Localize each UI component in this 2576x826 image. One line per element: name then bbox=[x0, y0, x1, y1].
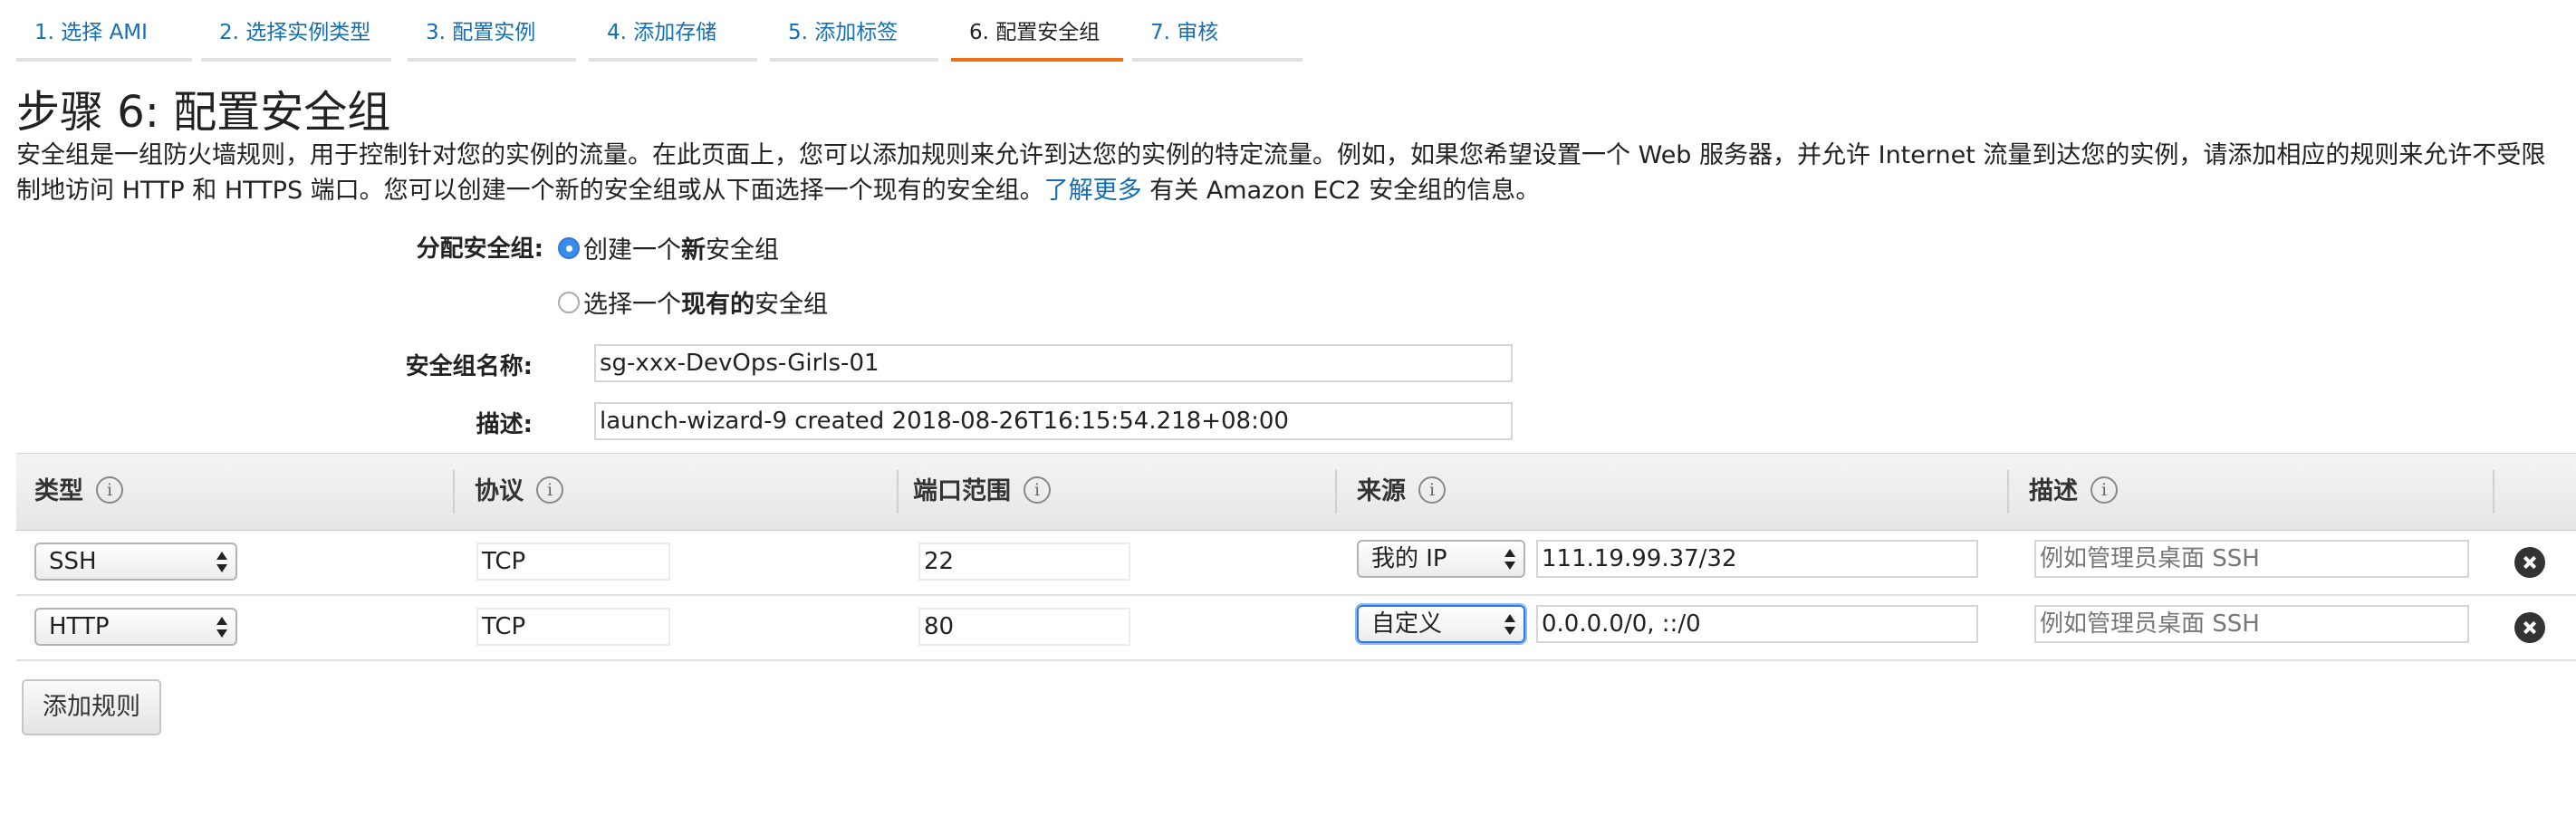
rule-type-select[interactable]: SSH bbox=[34, 543, 237, 581]
header-source-label: 来源 bbox=[1357, 477, 1406, 505]
step-choose-instance-type[interactable]: 2. 选择实例类型 bbox=[201, 0, 391, 62]
rule-type-select[interactable]: HTTP bbox=[34, 608, 237, 646]
info-icon[interactable]: i bbox=[96, 475, 123, 504]
source-type-value: 自定义 bbox=[1371, 610, 1443, 638]
header-port-range: 端口范围 i bbox=[913, 454, 1051, 530]
table-row: HTTP TCP 80 自定义 bbox=[16, 594, 2576, 661]
column-divider bbox=[1335, 470, 1337, 514]
select-arrows-icon bbox=[1504, 547, 1516, 572]
header-description: 描述 i bbox=[2029, 454, 2118, 530]
page-title: 步骤 6: 配置安全组 bbox=[16, 87, 391, 138]
rule-type-value: HTTP bbox=[49, 613, 110, 640]
radio-select-existing-sg[interactable] bbox=[558, 291, 580, 313]
option-select-existing-sg[interactable]: 选择一个 现有的 安全组 bbox=[558, 284, 828, 320]
step-add-storage[interactable]: 4. 添加存储 bbox=[589, 0, 757, 62]
option-existing-suffix: 安全组 bbox=[755, 291, 828, 319]
security-group-name-input[interactable] bbox=[594, 344, 1513, 382]
radio-create-new-sg[interactable] bbox=[558, 236, 580, 259]
step-configure-instance[interactable]: 3. 配置实例 bbox=[408, 0, 576, 62]
protocol-value: TCP bbox=[476, 543, 670, 581]
intro-suffix: 有关 Amazon EC2 安全组的信息。 bbox=[1141, 177, 1541, 205]
source-type-value: 我的 IP bbox=[1371, 545, 1447, 572]
security-group-name-label: 安全组名称: bbox=[405, 353, 533, 380]
column-divider bbox=[897, 470, 899, 514]
info-icon[interactable]: i bbox=[1024, 475, 1051, 504]
security-group-description-input[interactable] bbox=[594, 402, 1513, 440]
option-create-new-suffix: 安全组 bbox=[706, 236, 779, 264]
header-port-range-label: 端口范围 bbox=[913, 477, 1011, 505]
remove-rule-icon[interactable] bbox=[2514, 612, 2545, 643]
port-range-value: 22 bbox=[918, 543, 1130, 581]
source-cidr-input[interactable] bbox=[1536, 605, 1978, 643]
header-protocol: 协议 i bbox=[475, 454, 563, 530]
column-divider bbox=[2007, 470, 2009, 514]
header-type-label: 类型 bbox=[34, 477, 83, 505]
info-icon[interactable]: i bbox=[536, 475, 563, 504]
add-rule-button[interactable]: 添加规则 bbox=[22, 679, 161, 735]
step-configure-security-group[interactable]: 6. 配置安全组 bbox=[951, 0, 1123, 62]
assign-security-group-label: 分配安全组: bbox=[416, 235, 543, 263]
table-row: SSH TCP 22 我的 IP bbox=[16, 529, 2576, 596]
learn-more-link[interactable]: 了解更多 bbox=[1044, 177, 1142, 205]
option-create-new-prefix: 创建一个 bbox=[583, 236, 681, 264]
option-create-new-sg[interactable]: 创建一个新安全组 bbox=[558, 230, 779, 265]
source-type-select[interactable]: 我的 IP bbox=[1357, 540, 1525, 578]
step-review[interactable]: 7. 审核 bbox=[1132, 0, 1302, 62]
step-add-tags[interactable]: 5. 添加标签 bbox=[770, 0, 938, 62]
select-arrows-icon bbox=[1504, 612, 1516, 638]
source-type-select[interactable]: 自定义 bbox=[1357, 605, 1525, 643]
step-choose-ami[interactable]: 1. 选择 AMI bbox=[16, 0, 192, 62]
option-existing-bold: 现有的 bbox=[681, 291, 755, 319]
rule-description-input[interactable] bbox=[2034, 605, 2469, 643]
header-source: 来源 i bbox=[1357, 454, 1446, 530]
column-divider bbox=[2493, 470, 2494, 514]
intro-paragraph: 安全组是一组防火墙规则，用于控制针对您的实例的流量。在此页面上，您可以添加规则来… bbox=[16, 138, 2562, 208]
header-description-label: 描述 bbox=[2029, 477, 2078, 505]
source-cidr-input[interactable] bbox=[1536, 540, 1978, 578]
header-type: 类型 i bbox=[34, 454, 123, 530]
remove-rule-icon[interactable] bbox=[2514, 547, 2545, 578]
rule-description-input[interactable] bbox=[2034, 540, 2469, 578]
column-divider bbox=[453, 470, 455, 514]
port-range-value: 80 bbox=[918, 608, 1130, 646]
security-group-description-label: 描述: bbox=[476, 411, 533, 438]
info-icon[interactable]: i bbox=[2091, 475, 2118, 504]
rule-type-value: SSH bbox=[49, 548, 97, 575]
option-create-new-bold: 新 bbox=[681, 236, 706, 264]
protocol-value: TCP bbox=[476, 608, 670, 646]
info-icon[interactable]: i bbox=[1418, 475, 1446, 504]
select-arrows-icon bbox=[216, 615, 228, 640]
header-protocol-label: 协议 bbox=[475, 477, 524, 505]
option-existing-prefix: 选择一个 bbox=[583, 291, 681, 319]
rules-table-header: 类型 i 协议 i 端口范围 i 来源 i 描述 i bbox=[16, 453, 2576, 531]
select-arrows-icon bbox=[216, 550, 228, 575]
